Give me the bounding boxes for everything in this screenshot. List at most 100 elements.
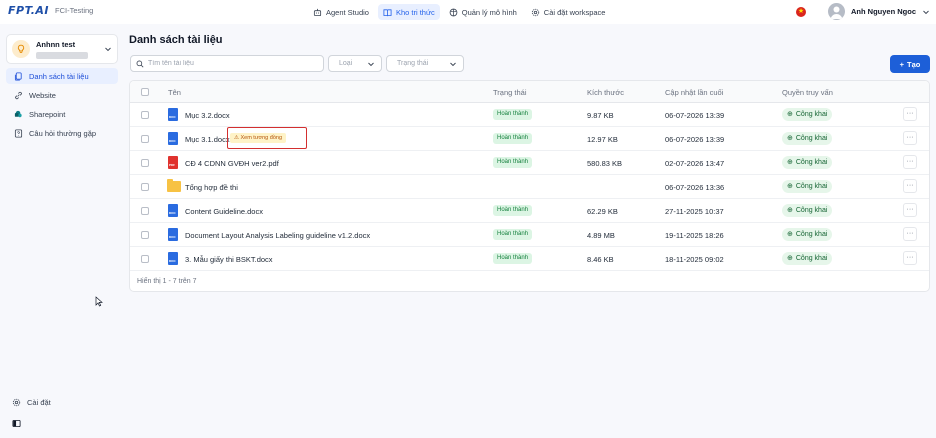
nav-agent-studio[interactable]: Agent Studio — [308, 4, 374, 20]
file-name[interactable]: Document Layout Analysis Labeling guidel… — [185, 231, 370, 240]
status-badge: Hoàn thành — [493, 253, 533, 264]
globe-icon: ⊕ — [787, 159, 793, 166]
table-header: Tên Trạng thái Kích thước Cập nhật lần c… — [130, 81, 929, 103]
nav-knowledge-base[interactable]: Kho tri thức — [377, 4, 440, 20]
sidebar-item-sharepoint[interactable]: Sharepoint — [6, 106, 118, 122]
globe-icon: ⊕ — [787, 135, 793, 142]
docx-file-icon: DOC — [168, 108, 178, 121]
search-input[interactable] — [148, 60, 318, 67]
file-size: 9.87 KB — [587, 111, 614, 120]
vietnam-flag-icon[interactable]: ★ — [796, 6, 806, 17]
access-label: Công khai — [795, 159, 828, 166]
row-more-button[interactable]: ··· — [903, 107, 917, 121]
table-row[interactable]: DOC Document Layout Analysis Labeling gu… — [130, 223, 929, 247]
status-badge: Hoàn thành — [493, 157, 533, 168]
nav-workspace-settings[interactable]: Cài đặt workspace — [526, 4, 611, 20]
pdf-file-icon: PDF — [168, 156, 178, 169]
file-name[interactable]: Mục 3.1.docx — [185, 135, 230, 144]
docx-file-icon: DOC — [168, 252, 178, 265]
plus-icon: + — [899, 59, 905, 69]
globe-icon: ⊕ — [787, 231, 793, 238]
row-checkbox[interactable] — [141, 159, 149, 167]
row-more-button[interactable]: ··· — [903, 227, 917, 241]
avatar[interactable] — [828, 3, 845, 20]
col-header-size[interactable]: Kích thước — [587, 88, 624, 97]
create-button[interactable]: + Tạo — [890, 55, 930, 73]
sidebar-item-documents[interactable]: Danh sách tài liệu — [6, 68, 118, 84]
status-filter-select[interactable]: Trạng thái — [386, 55, 464, 72]
chevron-down-icon — [450, 62, 456, 66]
select-all-checkbox[interactable] — [141, 88, 149, 96]
user-icon — [830, 6, 843, 19]
access-label: Công khai — [795, 255, 828, 262]
file-name[interactable]: CĐ 4 CDNN GVĐH ver2.pdf — [185, 159, 279, 168]
row-checkbox[interactable] — [141, 111, 149, 119]
chevron-down-icon[interactable] — [922, 8, 930, 16]
collapse-sidebar-button[interactable] — [12, 419, 21, 428]
workspace-switcher[interactable]: Anhnn test — [6, 34, 118, 64]
search-icon — [136, 60, 144, 67]
type-filter-select[interactable]: Loại — [328, 55, 382, 72]
row-more-button[interactable]: ··· — [903, 179, 917, 193]
search-box[interactable] — [130, 55, 324, 72]
updated-at: 06-07-2026 13:39 — [665, 111, 725, 120]
table-row[interactable]: DOC 3. Mẫu giấy thi BSKT.docx Hoàn thành… — [130, 247, 929, 271]
updated-at: 27-11-2025 10:37 — [665, 207, 724, 216]
status-badge: Hoàn thành — [493, 133, 533, 144]
access-badge: ⊕ Công khai — [782, 228, 833, 241]
sidebar-item-settings[interactable]: Cài đặt — [12, 398, 51, 407]
updated-at: 18-11-2025 09:02 — [665, 255, 724, 264]
pagination-summary: Hiển thị 1 - 7 trên 7 — [137, 278, 197, 285]
table-row[interactable]: DOC Mục 3.2.docx Hoàn thành 9.87 KB 06-0… — [130, 103, 929, 127]
view-similar-badge[interactable]: ⚠ Xem tương đồng — [230, 133, 287, 143]
sidebar-item-website[interactable]: Website — [6, 87, 118, 103]
sidebar-item-faq[interactable]: Câu hỏi thường gặp — [6, 125, 118, 141]
row-checkbox[interactable] — [141, 207, 149, 215]
table-row[interactable]: DOC Content Guideline.docx Hoàn thành 62… — [130, 199, 929, 223]
chevron-down-icon — [368, 62, 374, 66]
file-size: 580.83 KB — [587, 159, 623, 168]
book-icon — [383, 8, 392, 16]
col-header-status[interactable]: Trạng thái — [493, 88, 527, 97]
row-more-button[interactable]: ··· — [903, 131, 917, 145]
col-header-access[interactable]: Quyền truy vấn — [782, 88, 833, 97]
row-checkbox[interactable] — [141, 255, 149, 263]
nav-label: Quản lý mô hình — [461, 7, 517, 17]
table-row[interactable]: Tổng hợp đề thi 06-07-2026 13:36 ⊕ Công k… — [130, 175, 929, 199]
status-filter-value: Trạng thái — [397, 60, 429, 67]
updated-at: 06-07-2026 13:36 — [665, 183, 725, 192]
top-nav: Agent Studio Kho tri thức Quản lý mô hìn… — [308, 4, 610, 20]
table-row[interactable]: DOC Mục 3.1.docx ⚠ Xem tương đồng Hoàn t… — [130, 127, 929, 151]
view-similar-label: Xem tương đồng — [240, 135, 283, 141]
row-more-button[interactable]: ··· — [903, 155, 917, 169]
file-name[interactable]: Content Guideline.docx — [185, 207, 263, 216]
folder-icon — [167, 179, 181, 192]
user-name[interactable]: Anh Nguyen Ngoc — [851, 7, 916, 16]
page-title: Danh sách tài liệu — [129, 34, 223, 46]
folder-name[interactable]: Tổng hợp đề thi — [185, 183, 238, 192]
workspace-name: Anhnn test — [36, 39, 76, 49]
nav-model-management[interactable]: Quản lý mô hình — [444, 4, 522, 20]
logo[interactable]: FPT.AI FCI-Testing — [8, 4, 93, 17]
row-checkbox[interactable] — [141, 135, 149, 143]
nav-label: Agent Studio — [326, 7, 369, 17]
nav-label: Kho tri thức — [395, 7, 435, 17]
row-more-button[interactable]: ··· — [903, 203, 917, 217]
updated-at: 06-07-2026 13:39 — [665, 135, 725, 144]
sidebar-item-label: Cài đặt — [27, 398, 51, 407]
status-badge: Hoàn thành — [493, 205, 533, 216]
globe-icon: ⊕ — [787, 111, 793, 118]
row-more-button[interactable]: ··· — [903, 251, 917, 265]
file-name[interactable]: 3. Mẫu giấy thi BSKT.docx — [185, 255, 273, 264]
table-row[interactable]: PDF CĐ 4 CDNN GVĐH ver2.pdf Hoàn thành 5… — [130, 151, 929, 175]
col-header-updated[interactable]: Cập nhật lần cuối — [665, 88, 723, 97]
col-header-name[interactable]: Tên — [168, 88, 181, 97]
row-checkbox[interactable] — [141, 231, 149, 239]
file-name[interactable]: Mục 3.2.docx — [185, 111, 230, 120]
access-badge: ⊕ Công khai — [782, 108, 833, 121]
status-badge: Hoàn thành — [493, 229, 533, 240]
access-badge: ⊕ Công khai — [782, 204, 833, 217]
row-checkbox[interactable] — [141, 183, 149, 191]
sidebar-item-label: Sharepoint — [29, 109, 66, 119]
file-size: 4.89 MB — [587, 231, 615, 240]
